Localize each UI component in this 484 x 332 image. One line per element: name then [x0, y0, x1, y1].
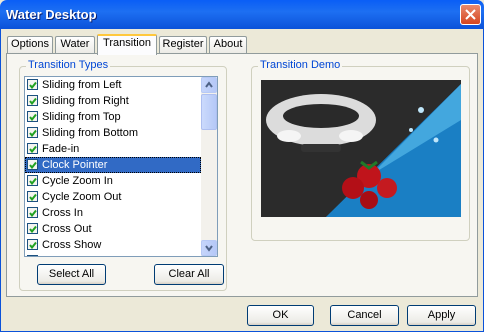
checkbox[interactable] — [27, 223, 38, 234]
list-item[interactable]: Cross In — [25, 205, 201, 221]
list-item-label: Cross Show — [42, 239, 102, 251]
checkmark-icon — [29, 161, 37, 169]
list-item-label: Cycle Zoom In — [42, 175, 113, 187]
apply-button[interactable]: Apply — [407, 305, 476, 326]
checkmark-icon — [29, 209, 37, 217]
transition-demo-title: Transition Demo — [258, 59, 343, 71]
clear-all-button[interactable]: Clear All — [154, 264, 224, 285]
list-scrollbar[interactable] — [201, 77, 217, 256]
checkmark-icon — [29, 97, 37, 105]
list-item[interactable]: Cross Show — [25, 237, 201, 253]
list-item[interactable]: Clock Pointer — [25, 157, 201, 173]
list-item[interactable]: Sliding from Right — [25, 93, 201, 109]
transition-demo-preview — [261, 80, 461, 217]
checkmark-icon — [29, 81, 37, 89]
checkmark-icon — [29, 225, 37, 233]
list-item-label: Cross In — [42, 207, 83, 219]
checkbox[interactable] — [27, 159, 38, 170]
list-item-label: Fade-in — [42, 143, 80, 155]
checkbox[interactable] — [27, 191, 38, 202]
checkbox[interactable] — [27, 79, 38, 90]
transition-types-list[interactable]: Sliding from Left Sliding from Right Slidi… — [24, 76, 218, 257]
list-item[interactable]: Cross Out — [25, 221, 201, 237]
scroll-down-button[interactable] — [201, 240, 217, 256]
list-item[interactable]: Cycle Zoom In — [25, 173, 201, 189]
list-item[interactable]: Fade-in — [25, 141, 201, 157]
list-item-label: Zoom In — [42, 253, 82, 256]
list-item[interactable]: Cycle Zoom Out — [25, 189, 201, 205]
checkmark-icon — [29, 193, 37, 201]
title-bar[interactable]: Water Desktop — [0, 0, 484, 29]
dialog-body: Options Water Transition Register About … — [0, 29, 484, 332]
tab-options[interactable]: Options — [7, 36, 53, 53]
checkmark-icon — [29, 129, 37, 137]
checkmark-icon — [29, 177, 37, 185]
window-title: Water Desktop — [6, 7, 97, 22]
checkbox[interactable] — [27, 239, 38, 250]
tab-transition[interactable]: Transition — [97, 34, 157, 55]
checkbox[interactable] — [27, 127, 38, 138]
checkbox[interactable] — [27, 255, 38, 256]
transition-types-group: Transition Types Sliding from Left Slidin… — [19, 59, 227, 291]
list-item-label: Sliding from Bottom — [42, 127, 138, 139]
scroll-up-button[interactable] — [201, 77, 217, 93]
list-item-label: Clock Pointer — [42, 159, 108, 171]
checkbox[interactable] — [27, 111, 38, 122]
cancel-button[interactable]: Cancel — [330, 305, 399, 326]
checkbox[interactable] — [27, 207, 38, 218]
checkbox[interactable] — [27, 143, 38, 154]
list-item[interactable]: Sliding from Top — [25, 109, 201, 125]
list-item-label: Sliding from Left — [42, 79, 122, 91]
list-item-label: Cycle Zoom Out — [42, 191, 122, 203]
list-item[interactable]: Sliding from Left — [25, 77, 201, 93]
checkmark-icon — [29, 145, 37, 153]
checkmark-icon — [29, 241, 37, 249]
close-button[interactable] — [460, 4, 481, 25]
transition-types-title: Transition Types — [26, 59, 111, 71]
tab-water[interactable]: Water — [55, 36, 95, 53]
close-icon — [465, 9, 476, 20]
chevron-down-icon — [205, 245, 213, 252]
transition-demo-group: Transition Demo — [251, 59, 470, 241]
checkbox[interactable] — [27, 95, 38, 106]
checkbox[interactable] — [27, 175, 38, 186]
select-all-button[interactable]: Select All — [37, 264, 106, 285]
list-item-label: Sliding from Top — [42, 111, 121, 123]
transition-panel: Transition Types Sliding from Left Slidin… — [6, 53, 478, 297]
list-item[interactable]: Zoom In — [25, 253, 201, 256]
list-item-label: Sliding from Right — [42, 95, 129, 107]
list-item-label: Cross Out — [42, 223, 92, 235]
scroll-thumb[interactable] — [201, 94, 217, 130]
tab-register[interactable]: Register — [159, 36, 207, 53]
chevron-up-icon — [205, 81, 213, 88]
checkmark-icon — [29, 113, 37, 121]
car-strawberry-image — [261, 80, 461, 217]
ok-button[interactable]: OK — [247, 305, 314, 326]
tab-about[interactable]: About — [209, 36, 247, 53]
list-item[interactable]: Sliding from Bottom — [25, 125, 201, 141]
